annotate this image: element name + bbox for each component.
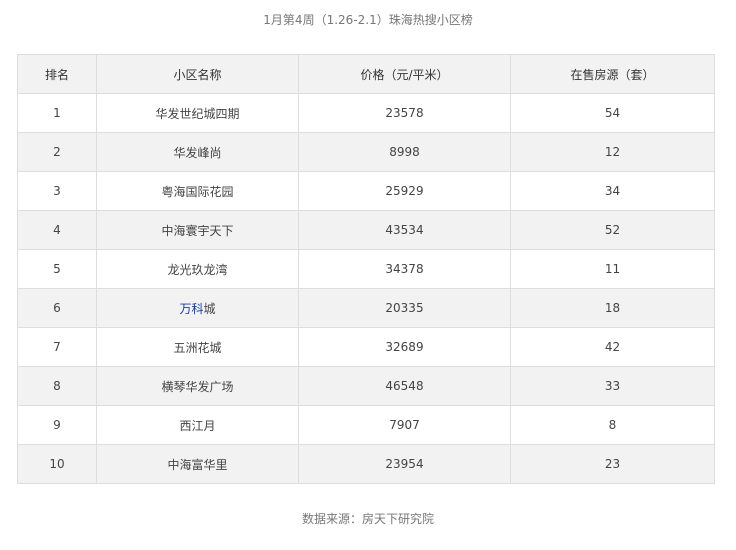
price-cell: 20335 bbox=[298, 288, 511, 328]
listings-cell: 54 bbox=[510, 93, 715, 133]
rank-cell: 1 bbox=[17, 93, 97, 133]
rank-cell: 9 bbox=[17, 405, 97, 445]
price-cell: 23578 bbox=[298, 93, 511, 133]
header-rank: 排名 bbox=[17, 54, 97, 94]
listings-cell: 52 bbox=[510, 210, 715, 250]
price-cell: 43534 bbox=[298, 210, 511, 250]
price-cell: 34378 bbox=[298, 249, 511, 289]
data-source-note: 数据来源：房天下研究院 bbox=[301, 512, 434, 526]
community-name: 华发世纪城四期 bbox=[155, 106, 240, 121]
community-name-cell: 华发峰尚 bbox=[96, 132, 299, 172]
community-name-cell: 粤海国际花园 bbox=[96, 171, 299, 211]
table-caption: 1月第4周（1.26-2.1）珠海热搜小区榜 bbox=[263, 13, 473, 27]
price-cell: 8998 bbox=[298, 132, 511, 172]
table-row: 8 横琴华发广场 46548 33 bbox=[17, 366, 715, 406]
rank-cell: 2 bbox=[17, 132, 97, 172]
listings-cell: 12 bbox=[510, 132, 715, 172]
community-name: 龙光玖龙湾 bbox=[167, 262, 228, 277]
header-community-name: 小区名称 bbox=[96, 54, 299, 94]
rank-cell: 3 bbox=[17, 171, 97, 211]
community-name-cell: 横琴华发广场 bbox=[96, 366, 299, 406]
community-name: 粤海国际花园 bbox=[161, 184, 234, 199]
table-row: 10 中海富华里 23954 23 bbox=[17, 444, 715, 484]
price-cell: 32689 bbox=[298, 327, 511, 367]
header-price: 价格（元/平米） bbox=[298, 54, 511, 94]
rank-cell: 6 bbox=[17, 288, 97, 328]
community-name: 华发峰尚 bbox=[173, 145, 222, 160]
listings-cell: 23 bbox=[510, 444, 715, 484]
community-name-link[interactable]: 万科 bbox=[179, 302, 203, 316]
listings-cell: 42 bbox=[510, 327, 715, 367]
community-name-cell: 西江月 bbox=[96, 405, 299, 445]
price-cell: 46548 bbox=[298, 366, 511, 406]
listings-cell: 33 bbox=[510, 366, 715, 406]
table-row: 6 万科城 20335 18 bbox=[17, 288, 715, 328]
price-cell: 25929 bbox=[298, 171, 511, 211]
hot-search-ranking-table: 排名 小区名称 价格（元/平米） 在售房源（套） 1 华发世纪城四期 23578… bbox=[17, 54, 715, 484]
community-name: 中海富华里 bbox=[167, 457, 228, 472]
community-name-cell: 万科城 bbox=[96, 288, 299, 328]
community-name: 中海寰宇天下 bbox=[161, 223, 234, 238]
community-name: 五洲花城 bbox=[173, 340, 222, 355]
table-header-row: 排名 小区名称 价格（元/平米） 在售房源（套） bbox=[17, 54, 715, 94]
listings-cell: 34 bbox=[510, 171, 715, 211]
price-cell: 23954 bbox=[298, 444, 511, 484]
price-cell: 7907 bbox=[298, 405, 511, 445]
table-row: 5 龙光玖龙湾 34378 11 bbox=[17, 249, 715, 289]
listings-cell: 18 bbox=[510, 288, 715, 328]
rank-cell: 10 bbox=[17, 444, 97, 484]
community-name: 横琴华发广场 bbox=[161, 379, 234, 394]
community-name-cell: 中海寰宇天下 bbox=[96, 210, 299, 250]
table-row: 7 五洲花城 32689 42 bbox=[17, 327, 715, 367]
rank-cell: 4 bbox=[17, 210, 97, 250]
header-listings: 在售房源（套） bbox=[510, 54, 715, 94]
rank-cell: 8 bbox=[17, 366, 97, 406]
table-row: 2 华发峰尚 8998 12 bbox=[17, 132, 715, 172]
table-row: 9 西江月 7907 8 bbox=[17, 405, 715, 445]
community-name-cell: 五洲花城 bbox=[96, 327, 299, 367]
listings-cell: 11 bbox=[510, 249, 715, 289]
rank-cell: 5 bbox=[17, 249, 97, 289]
table-row: 4 中海寰宇天下 43534 52 bbox=[17, 210, 715, 250]
table-row: 3 粤海国际花园 25929 34 bbox=[17, 171, 715, 211]
listings-cell: 8 bbox=[510, 405, 715, 445]
community-name-suffix: 城 bbox=[203, 301, 216, 316]
community-name-cell: 华发世纪城四期 bbox=[96, 93, 299, 133]
community-name: 西江月 bbox=[179, 418, 216, 433]
community-name-cell: 龙光玖龙湾 bbox=[96, 249, 299, 289]
community-name-cell: 中海富华里 bbox=[96, 444, 299, 484]
rank-cell: 7 bbox=[17, 327, 97, 367]
table-row: 1 华发世纪城四期 23578 54 bbox=[17, 93, 715, 133]
